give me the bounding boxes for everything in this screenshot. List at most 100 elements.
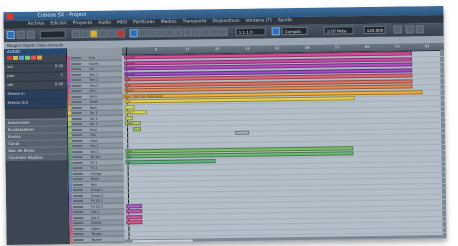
track-mute-solo-buttons[interactable] bbox=[71, 79, 82, 82]
track-mute-solo-buttons[interactable] bbox=[73, 238, 84, 241]
track-row[interactable]: Master bbox=[69, 236, 126, 243]
track-mute-solo-buttons[interactable] bbox=[73, 210, 84, 214]
zoom-out-button[interactable] bbox=[415, 25, 424, 34]
track-color-swatch bbox=[67, 111, 71, 116]
solo-button[interactable] bbox=[13, 55, 19, 60]
infoline-toggle-button[interactable] bbox=[16, 30, 25, 39]
automation-mode-select[interactable] bbox=[39, 30, 66, 39]
track-mute-solo-buttons[interactable] bbox=[73, 199, 84, 203]
mute-button[interactable] bbox=[7, 55, 13, 61]
forward-button[interactable] bbox=[80, 29, 89, 39]
play-tool[interactable] bbox=[201, 28, 210, 37]
record-button[interactable] bbox=[116, 29, 125, 38]
track-color-swatch bbox=[69, 232, 73, 237]
mute-tool[interactable] bbox=[183, 28, 192, 37]
track-mute-solo-buttons[interactable] bbox=[72, 183, 83, 186]
snap-toggle-button[interactable] bbox=[271, 27, 280, 36]
inspector-toggle-button[interactable] bbox=[6, 30, 15, 40]
track-mute-solo-buttons[interactable] bbox=[71, 100, 82, 104]
track-mute-solo-buttons[interactable] bbox=[71, 106, 82, 109]
track-mute-solo-buttons[interactable] bbox=[71, 122, 82, 126]
track-color-swatch bbox=[68, 133, 72, 138]
color-select-button[interactable] bbox=[393, 25, 402, 34]
track-mute-solo-buttons[interactable] bbox=[72, 194, 83, 197]
color-tool[interactable] bbox=[219, 27, 228, 37]
cycle-button[interactable] bbox=[89, 29, 98, 38]
menu-medios[interactable]: Medios bbox=[161, 19, 177, 27]
audio-event[interactable] bbox=[126, 220, 143, 225]
position-display[interactable]: 1.1.1.0 bbox=[235, 27, 266, 36]
zoom-in-button[interactable] bbox=[405, 25, 414, 34]
tempo-value: 120.000 bbox=[366, 27, 384, 34]
track-mute-solo-buttons[interactable] bbox=[71, 84, 82, 87]
track-mute-solo-buttons[interactable] bbox=[71, 73, 82, 76]
glue-tool[interactable] bbox=[156, 28, 165, 37]
track-mute-solo-buttons[interactable] bbox=[72, 128, 83, 131]
track-name: Gtr 2 bbox=[89, 116, 98, 121]
track-mute-solo-buttons[interactable] bbox=[72, 172, 83, 175]
track-mute-solo-buttons[interactable] bbox=[73, 227, 84, 230]
draw-tool[interactable] bbox=[192, 28, 201, 37]
track-mute-solo-buttons[interactable] bbox=[72, 144, 83, 148]
erase-tool[interactable] bbox=[165, 28, 174, 37]
snap-type-select[interactable]: Compás bbox=[281, 26, 308, 36]
split-tool[interactable] bbox=[147, 28, 156, 38]
track-mute-solo-buttons[interactable] bbox=[72, 133, 83, 137]
audio-event[interactable] bbox=[126, 214, 143, 219]
menu-midi[interactable]: MIDI bbox=[117, 19, 127, 27]
track-mute-solo-buttons[interactable] bbox=[73, 205, 84, 208]
record-enable-button[interactable] bbox=[31, 55, 37, 60]
track-mute-solo-buttons[interactable] bbox=[72, 188, 83, 192]
audio-event[interactable]: Gtr 2 bbox=[124, 110, 147, 115]
track-mute-solo-buttons[interactable] bbox=[72, 155, 83, 159]
object-selection-tool[interactable] bbox=[129, 29, 138, 38]
read-button[interactable] bbox=[19, 55, 25, 60]
quantize-select[interactable]: 1/16 Nota bbox=[323, 26, 354, 35]
audio-event[interactable] bbox=[126, 209, 143, 214]
audio-event[interactable] bbox=[124, 104, 135, 109]
track-mute-solo-buttons[interactable] bbox=[73, 232, 84, 236]
track-mute-solo-buttons[interactable] bbox=[71, 62, 82, 65]
track-mute-solo-buttons[interactable] bbox=[73, 221, 84, 225]
track-mute-solo-buttons[interactable] bbox=[73, 216, 84, 219]
rewind-button[interactable] bbox=[71, 30, 80, 39]
inspector-output-row[interactable]: Stereo Out bbox=[4, 99, 67, 110]
audio-event[interactable]: Keys bbox=[124, 121, 141, 126]
menu-ayuda[interactable]: Ayuda bbox=[278, 17, 292, 25]
audio-event[interactable] bbox=[124, 115, 133, 120]
track-mute-solo-buttons[interactable] bbox=[72, 166, 83, 170]
track-name: Bass bbox=[89, 105, 97, 110]
track-color-swatch bbox=[68, 182, 72, 187]
scrub-tool[interactable] bbox=[210, 28, 219, 37]
track-mute-solo-buttons[interactable] bbox=[71, 57, 82, 60]
zoom-tool[interactable] bbox=[174, 28, 183, 37]
write-button[interactable] bbox=[25, 55, 31, 60]
menu-archivo[interactable]: Archivo bbox=[28, 21, 45, 29]
ruler-tick: 41 bbox=[274, 46, 280, 51]
monitor-button[interactable] bbox=[37, 55, 43, 60]
track-mute-solo-buttons[interactable] bbox=[71, 68, 82, 71]
track-mute-solo-buttons[interactable] bbox=[72, 161, 83, 164]
audio-event[interactable] bbox=[235, 130, 250, 135]
section-quick-controls[interactable]: Controles Rápidos bbox=[5, 153, 68, 162]
track-mute-solo-buttons[interactable] bbox=[71, 111, 82, 115]
track-mute-solo-buttons[interactable] bbox=[72, 150, 83, 153]
volume-label: vol bbox=[7, 63, 13, 70]
play-button[interactable] bbox=[107, 29, 116, 38]
tempo-display[interactable]: 120.000 bbox=[363, 25, 386, 35]
track-color-swatch bbox=[68, 144, 72, 149]
stop-button[interactable] bbox=[98, 29, 107, 38]
range-tool[interactable] bbox=[138, 29, 147, 38]
track-mute-solo-buttons[interactable] bbox=[71, 90, 82, 93]
audio-event[interactable] bbox=[133, 126, 142, 131]
track-mute-solo-buttons[interactable] bbox=[72, 177, 83, 181]
track-mute-solo-buttons[interactable] bbox=[72, 139, 83, 142]
track-mute-solo-buttons[interactable] bbox=[71, 95, 82, 98]
menu-edicion[interactable]: Edición bbox=[50, 20, 66, 28]
track-mute-solo-buttons[interactable] bbox=[71, 117, 82, 120]
overview-toggle-button[interactable] bbox=[26, 30, 35, 39]
track-name: Bk Vox bbox=[90, 154, 101, 159]
track-color-swatch bbox=[69, 237, 73, 242]
menu-audio[interactable]: Audio bbox=[98, 20, 111, 28]
audio-event[interactable] bbox=[126, 203, 143, 208]
